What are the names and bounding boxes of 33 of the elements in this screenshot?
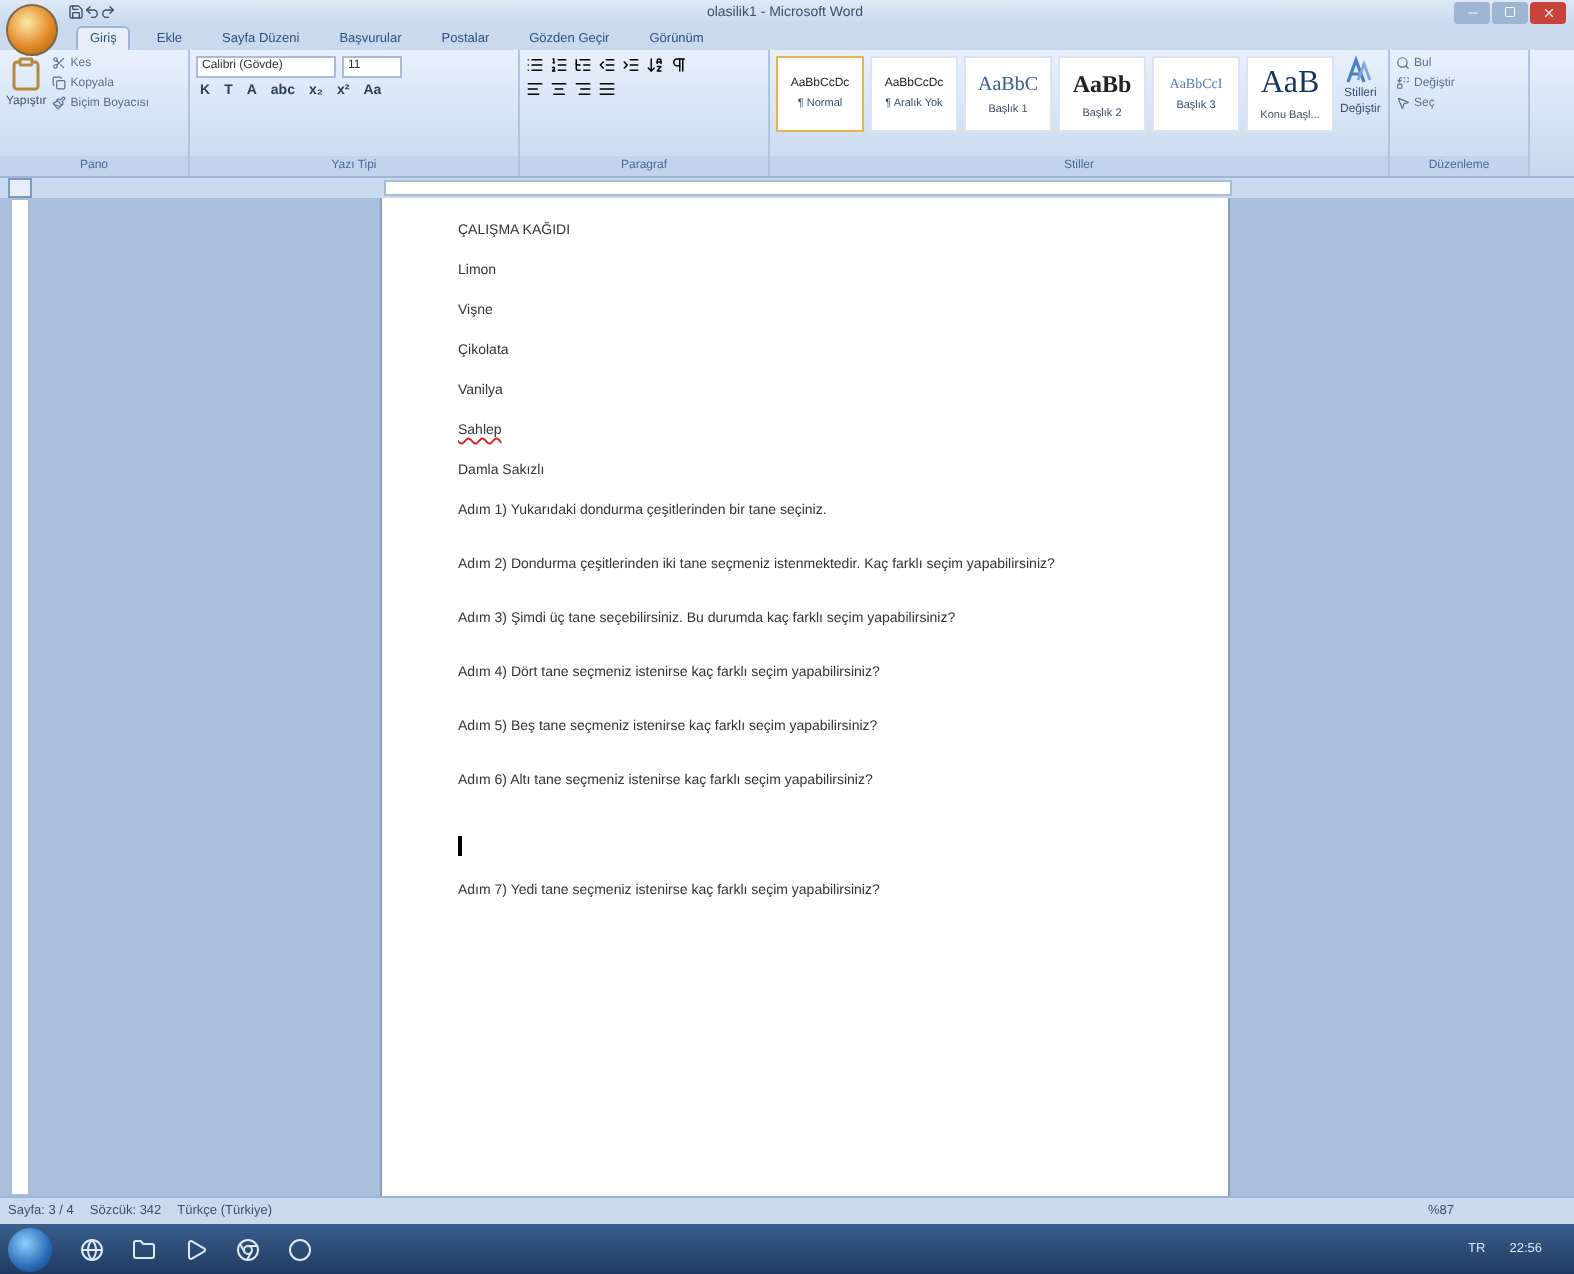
search-icon (1396, 56, 1410, 70)
bullets-icon[interactable] (526, 56, 544, 74)
align-center-icon[interactable] (550, 80, 568, 98)
save-icon[interactable] (68, 4, 84, 20)
office-button[interactable] (6, 4, 58, 56)
undo-icon[interactable] (84, 4, 100, 20)
cursor-arrow-icon (1396, 96, 1410, 110)
circle-icon[interactable] (288, 1237, 312, 1261)
close-icon (1541, 5, 1555, 19)
sort-icon[interactable] (646, 56, 664, 74)
redo-icon[interactable] (100, 4, 116, 20)
ruler-toggle[interactable] (8, 178, 32, 198)
align-left-icon[interactable] (526, 80, 544, 98)
decrease-indent-icon[interactable] (598, 56, 616, 74)
copy-icon (52, 76, 67, 90)
increase-indent-icon[interactable] (622, 56, 640, 74)
justify-icon[interactable] (598, 80, 616, 98)
maximize-icon (1504, 6, 1516, 18)
start-button[interactable] (8, 1227, 52, 1271)
close-button[interactable] (1530, 1, 1566, 23)
browser-icon[interactable] (236, 1237, 260, 1261)
clipboard-icon (8, 56, 45, 92)
align-right-icon[interactable] (574, 80, 592, 98)
styles-icon (1346, 56, 1375, 84)
paintbrush-icon (52, 96, 67, 110)
text-cursor (458, 836, 461, 856)
numbering-icon[interactable] (550, 56, 568, 74)
browser-icon[interactable] (80, 1237, 104, 1261)
scissors-icon (52, 56, 67, 70)
pilcrow-icon[interactable] (670, 56, 688, 74)
play-icon[interactable] (184, 1237, 208, 1261)
folder-icon[interactable] (132, 1237, 156, 1261)
multilevel-list-icon[interactable] (574, 56, 592, 74)
